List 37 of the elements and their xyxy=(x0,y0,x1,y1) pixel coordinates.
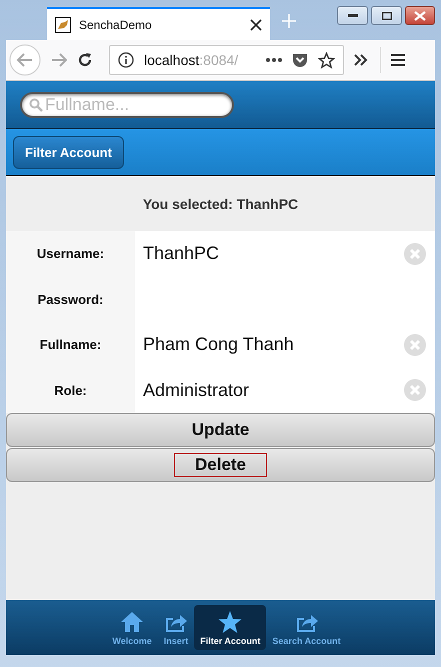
house-icon xyxy=(120,610,144,634)
tab[interactable]: Filter Account xyxy=(194,605,266,650)
tab[interactable]: Search Account xyxy=(266,605,347,650)
tab-title: SenchaDemo xyxy=(79,18,153,32)
pocket-icon[interactable] xyxy=(292,52,308,68)
close-icon[interactable] xyxy=(250,18,262,30)
input-field[interactable]: ThanhPC xyxy=(135,231,435,276)
search-field[interactable]: Fullname... xyxy=(20,92,234,118)
search-icon xyxy=(29,98,43,112)
minimize-button[interactable] xyxy=(337,6,368,25)
url-text: localhost:8084/ xyxy=(144,52,240,68)
tab[interactable]: Welcome xyxy=(106,605,158,650)
browser-tab[interactable]: SenchaDemo xyxy=(47,7,270,40)
close-icon xyxy=(414,10,426,20)
field-label: Role: xyxy=(6,368,135,413)
action-button[interactable]: Update xyxy=(6,413,435,447)
filter-account-button[interactable]: Filter Account xyxy=(13,136,124,168)
chevron-icon[interactable] xyxy=(354,54,368,66)
address-bar[interactable]: localhost:8084/ xyxy=(109,45,344,75)
close-button[interactable] xyxy=(405,6,435,25)
star-icon[interactable] xyxy=(318,52,335,68)
more-icon[interactable] xyxy=(266,58,282,62)
menu-icon[interactable] xyxy=(391,54,405,66)
field-label: Password: xyxy=(6,276,135,322)
input-field[interactable]: Administrator xyxy=(135,368,435,413)
field-label: Fullname: xyxy=(6,322,135,368)
maximize-button[interactable] xyxy=(371,6,402,25)
info-icon xyxy=(118,52,134,68)
tab[interactable]: Insert xyxy=(158,605,194,650)
action-button[interactable]: Delete xyxy=(6,448,435,482)
maximize-icon xyxy=(382,12,392,20)
input-field[interactable]: Pham Cong Thanh xyxy=(135,322,435,368)
star-icon xyxy=(218,610,242,634)
selection-message: You selected: ThanhPC xyxy=(142,194,300,214)
reload-icon[interactable] xyxy=(77,52,93,68)
minimize-icon xyxy=(348,14,358,17)
field-label: Username: xyxy=(6,231,135,276)
